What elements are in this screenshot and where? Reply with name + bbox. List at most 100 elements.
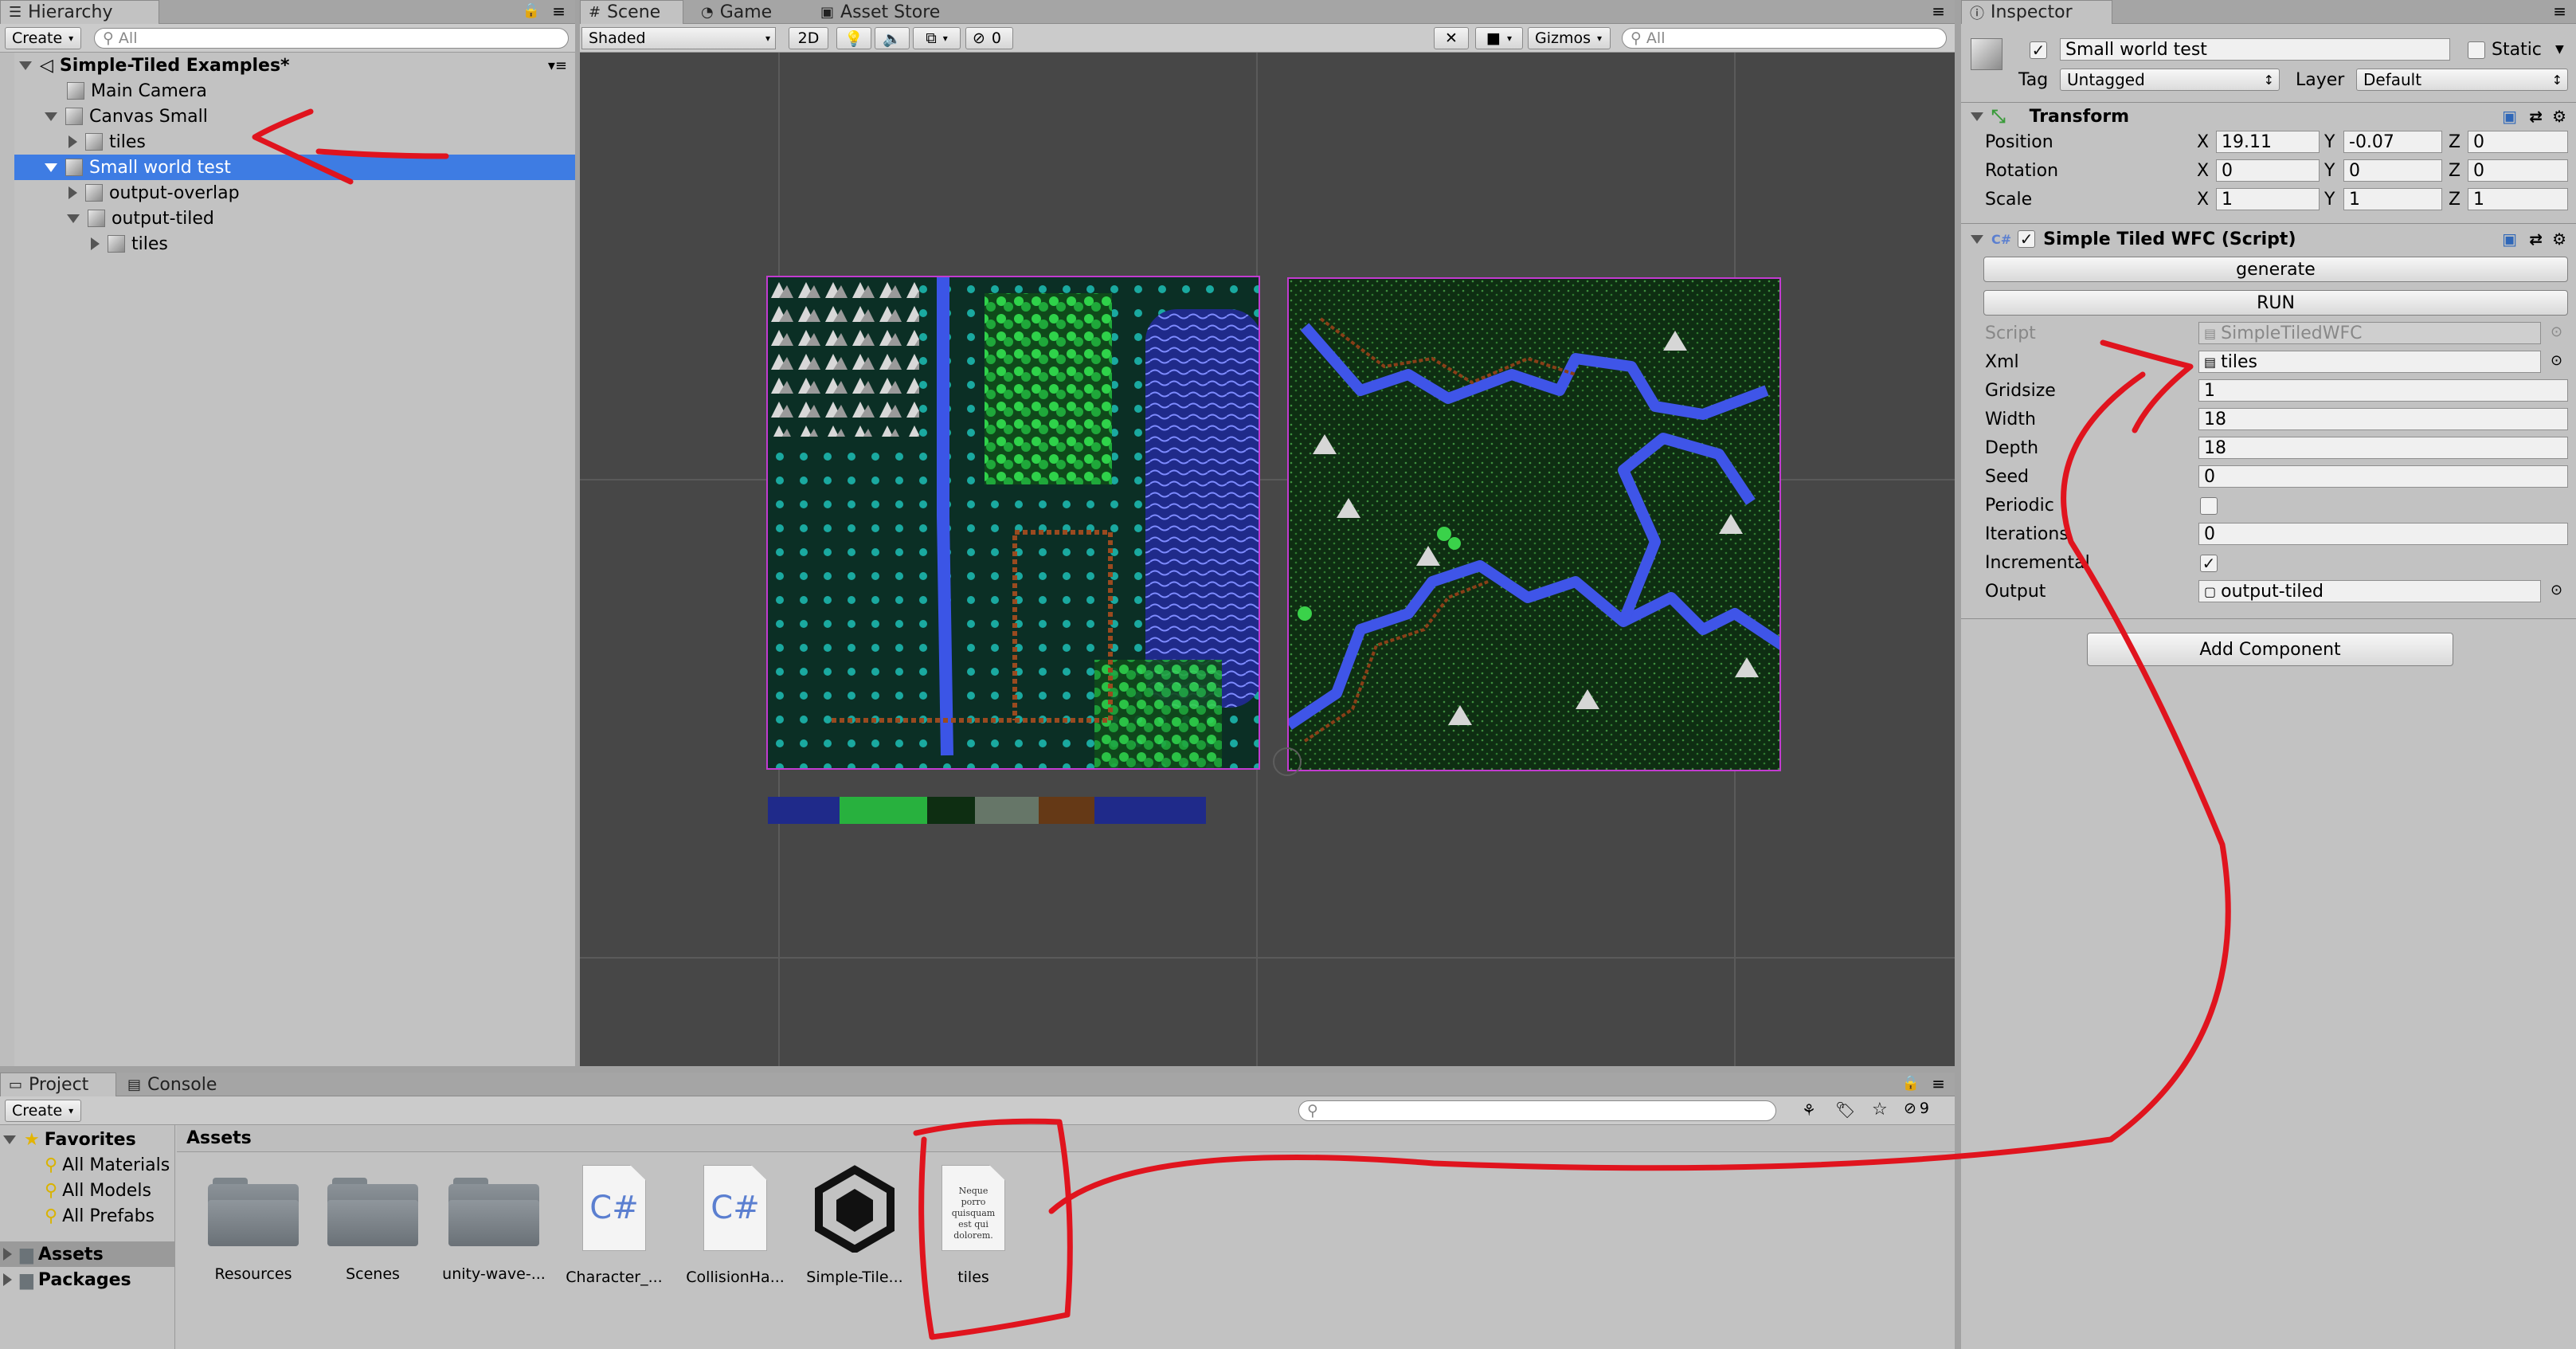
output-reference-field[interactable]: ▢ output-tiled [2198,580,2541,602]
incremental-checkbox[interactable]: ✓ [2200,555,2218,572]
add-component-button[interactable]: Add Component [2087,633,2453,666]
periodic-checkbox[interactable] [2200,497,2218,515]
output-overlap-tilemap[interactable] [766,276,1260,770]
layer-dropdown[interactable]: Default [2356,69,2568,91]
asset-script-collision[interactable]: C# CollisionHa... [675,1165,795,1286]
shading-mode-dropdown[interactable]: Shaded ▾ [581,27,776,49]
panel-menu-icon[interactable]: ≡ [1932,1074,1945,1093]
preset-icon[interactable]: ⇄ [2529,107,2543,126]
active-checkbox[interactable]: ✓ [2030,41,2047,59]
seed-field[interactable]: 0 [2198,465,2568,488]
transform-header[interactable]: ⤡ Transform ▣ ⇄ ⚙ [1961,104,2576,129]
tab-game[interactable]: ◔ Game [693,0,805,24]
panel-menu-icon[interactable]: ≡ [2553,2,2566,21]
lock-icon[interactable]: 🔒 [1902,1075,1920,1092]
gear-icon[interactable]: ⚙ [2552,229,2566,249]
lighting-toggle-button[interactable]: 💡 [836,27,871,49]
scene-viewport[interactable] [580,53,1955,1066]
scale-y-field[interactable]: 1 [2343,188,2442,210]
position-z-field[interactable]: 0 [2468,131,2568,153]
asset-text-tiles[interactable]: Neque porro quisquam est qui dolorem. ti… [914,1165,1033,1286]
position-x-field[interactable]: 19.11 [2216,131,2320,153]
run-button[interactable]: RUN [1983,290,2568,316]
depth-field[interactable]: 18 [2198,437,2568,459]
expand-arrow-icon[interactable] [67,214,80,223]
collapsed-arrow-icon[interactable] [69,186,77,199]
expand-arrow-icon[interactable] [3,1135,16,1144]
effects-dropdown[interactable]: ⧉ ▾ [913,27,961,49]
panel-menu-icon[interactable]: ≡ [552,2,566,21]
rotation-z-field[interactable]: 0 [2468,159,2568,182]
object-name-field[interactable]: Small world test [2060,38,2450,61]
panel-menu-icon[interactable]: ≡ [1932,2,1945,21]
tab-hierarchy[interactable]: ☰ Hierarchy [0,0,159,24]
tab-inspector[interactable]: ⓘ Inspector [1961,0,2112,24]
gridsize-field[interactable]: 1 [2198,379,2568,402]
scene-header[interactable]: ◁ Simple-Tiled Examples* ▾≡ [0,53,575,78]
hierarchy-item-canvas-small[interactable]: Canvas Small [0,104,575,129]
hierarchy-item-output-overlap[interactable]: output-overlap [0,180,575,206]
expand-arrow-icon[interactable] [45,112,57,121]
position-y-field[interactable]: -0.07 [2343,131,2442,153]
scale-z-field[interactable]: 1 [2468,188,2568,210]
create-button[interactable]: Create ▾ [5,27,81,49]
xml-reference-field[interactable]: ▤ tiles [2198,351,2541,373]
hierarchy-item-output-tiled[interactable]: output-tiled [0,206,575,231]
tag-dropdown[interactable]: Untagged [2060,69,2280,91]
2d-toggle-button[interactable]: 2D [789,27,828,49]
gizmos-dropdown[interactable]: Gizmos ▾ [1528,27,1611,49]
output-tiled-tilemap[interactable] [1287,277,1781,771]
asset-script-character[interactable]: C# Character_... [554,1165,674,1286]
hierarchy-search-input[interactable]: ⚲ All [94,28,569,49]
filter-by-type-icon[interactable]: ⚘ [1802,1100,1816,1120]
tab-asset-store[interactable]: ▣ Asset Store [812,0,972,24]
generate-button[interactable]: generate [1983,257,2568,282]
help-book-icon[interactable]: ▣ [2502,229,2517,249]
script-component-header[interactable]: C# ✓ Simple Tiled WFC (Script) ▣ ⇄ ⚙ [1961,226,2576,252]
hierarchy-item-small-world-test[interactable]: Small world test [0,155,575,180]
hierarchy-scrollbar[interactable] [0,53,14,1066]
asset-scene-simple-tiled[interactable]: Simple-Tile... [795,1165,914,1286]
component-enabled-checkbox[interactable]: ✓ [2018,230,2036,248]
lock-icon[interactable]: 🔒 [523,2,540,19]
camera-dropdown[interactable]: ■ ▾ [1475,27,1523,49]
scene-search-input[interactable]: ⚲ All [1622,28,1947,49]
scene-pivot-handle[interactable] [1273,747,1302,776]
expand-arrow-icon[interactable] [45,163,57,172]
object-picker-icon[interactable]: ⊙ [2551,582,2562,598]
favorites-header[interactable]: ★ Favorites [0,1127,174,1152]
favorite-star-icon[interactable]: ☆ [1872,1100,1888,1120]
filter-by-label-icon[interactable]: 🏷 [1835,1100,1855,1120]
rotation-x-field[interactable]: 0 [2216,159,2320,182]
static-checkbox[interactable] [2468,41,2485,59]
assets-folder-item[interactable]: ▆ Assets [0,1241,174,1267]
collapsed-arrow-icon[interactable] [3,1248,12,1261]
tile-palette-strip[interactable] [768,797,1206,824]
rotation-y-field[interactable]: 0 [2343,159,2442,182]
expand-arrow-icon[interactable] [1971,234,1983,244]
favorite-item-all-prefabs[interactable]: ⚲ All Prefabs [0,1203,174,1229]
object-picker-icon[interactable]: ⊙ [2551,352,2562,369]
expand-arrow-icon[interactable] [1971,112,1983,121]
project-search-input[interactable]: ⚲ [1298,1100,1776,1121]
favorite-item-all-models[interactable]: ⚲ All Models [0,1178,174,1203]
collapsed-arrow-icon[interactable] [91,237,100,250]
project-create-button[interactable]: Create ▾ [5,1100,81,1122]
scene-menu-icon[interactable]: ▾≡ [548,57,567,74]
help-book-icon[interactable]: ▣ [2502,107,2517,126]
tools-button[interactable]: ✕ [1434,27,1469,49]
gear-icon[interactable]: ⚙ [2552,107,2566,126]
tab-project[interactable]: ▭ Project [0,1073,116,1096]
scale-x-field[interactable]: 1 [2216,188,2320,210]
audio-toggle-button[interactable]: 🔈 [875,27,910,49]
asset-folder-scenes[interactable]: Scenes [313,1178,433,1283]
tab-console[interactable]: ▤ Console [119,1073,247,1096]
favorite-item-all-materials[interactable]: ⚲ All Materials [0,1152,174,1178]
hierarchy-item-main-camera[interactable]: Main Camera [0,78,575,104]
preset-icon[interactable]: ⇄ [2529,229,2543,249]
packages-folder-item[interactable]: ▆ Packages [0,1267,174,1292]
tab-scene[interactable]: # Scene [580,0,683,24]
object-picker-icon[interactable]: ⊙ [2551,324,2562,340]
width-field[interactable]: 18 [2198,408,2568,430]
hidden-objects-toggle[interactable]: ⊘ 0 [965,27,1013,49]
